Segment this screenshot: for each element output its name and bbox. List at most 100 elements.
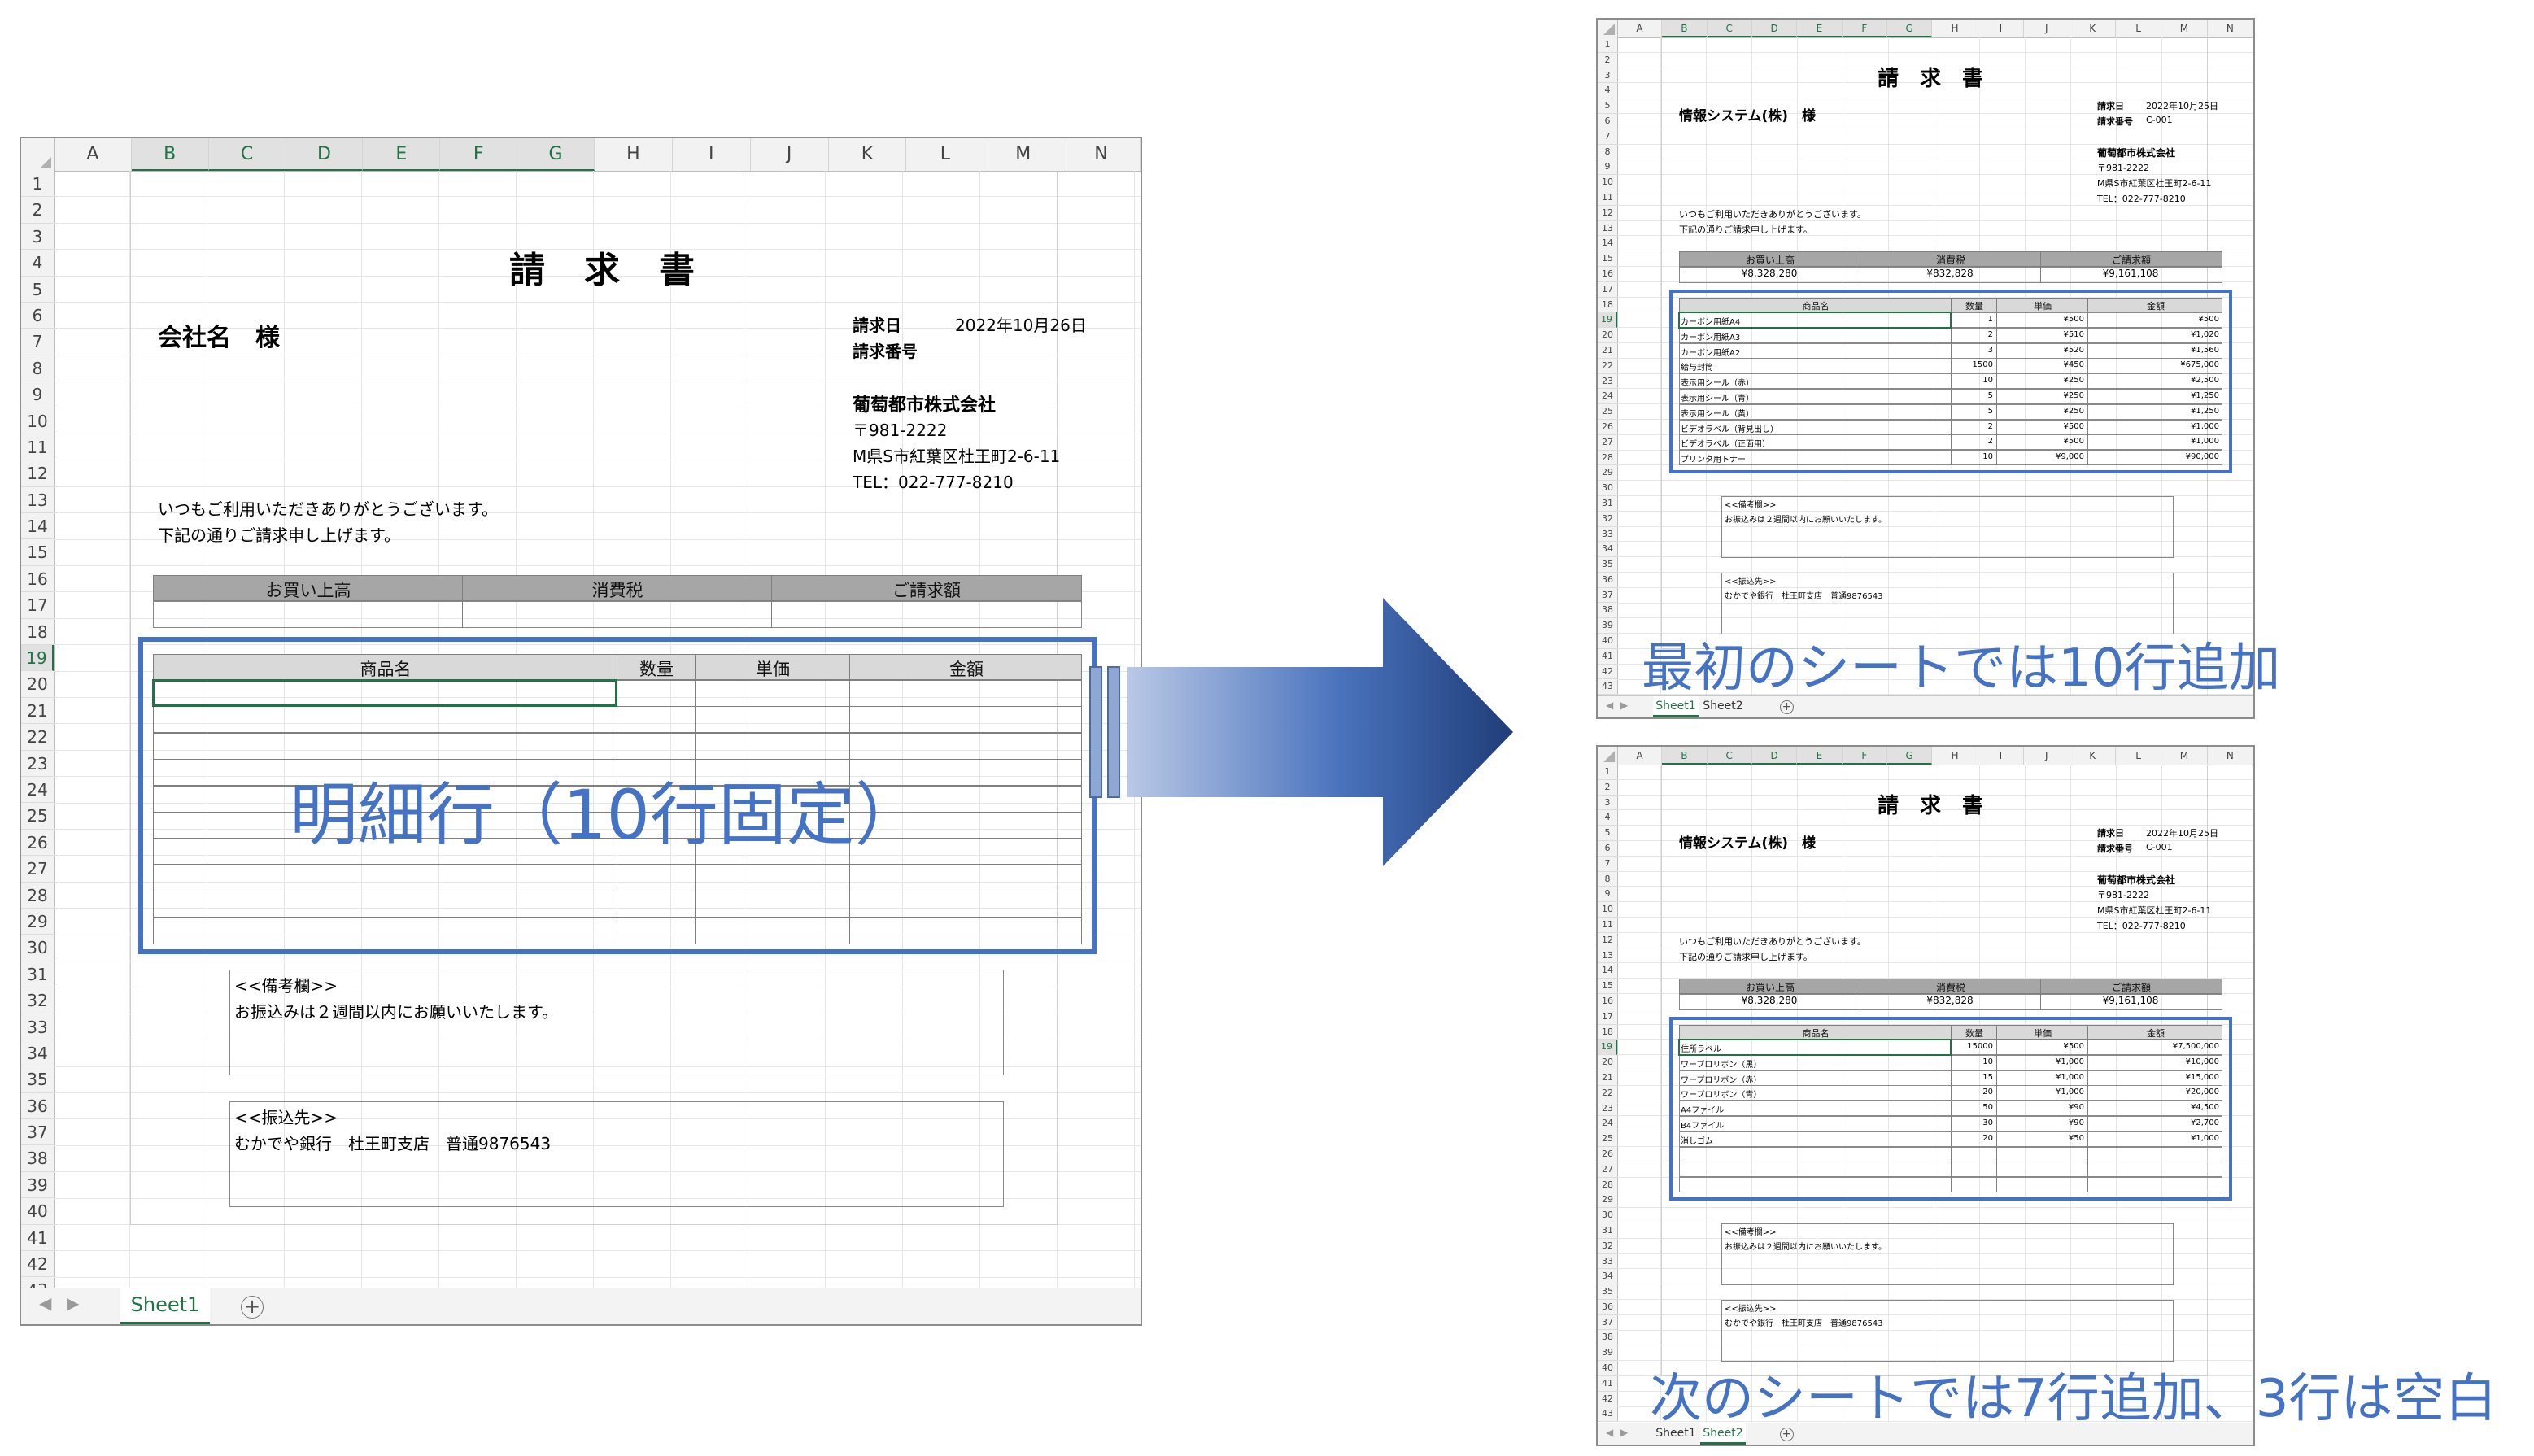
column-header-i[interactable]: I [673,138,751,171]
row-header-1[interactable]: 1 [1598,765,1617,780]
row-header-24[interactable]: 24 [1598,1116,1617,1132]
row-header-21[interactable]: 21 [1598,1070,1617,1086]
row-header-41[interactable]: 41 [1598,1376,1617,1392]
column-header-k[interactable]: K [2070,20,2116,37]
row-header-14[interactable]: 14 [1598,236,1617,252]
column-header-l[interactable]: L [2116,20,2162,37]
row-header-41[interactable]: 41 [1598,649,1617,665]
row-header-21[interactable]: 21 [1598,343,1617,359]
select-all-corner[interactable] [1598,20,1618,37]
row-header-13[interactable]: 13 [1598,948,1617,964]
row-header-19[interactable]: 19 [1598,312,1617,329]
row-header-13[interactable]: 13 [1598,221,1617,237]
column-header-j[interactable]: J [2024,747,2070,765]
row-header-10[interactable]: 10 [1598,175,1617,190]
row-header-6[interactable]: 6 [1598,114,1617,129]
row-header-23[interactable]: 23 [1598,374,1617,390]
row-header-31[interactable]: 31 [21,961,54,988]
column-header-a[interactable]: A [55,138,132,171]
row-header-17[interactable]: 17 [21,592,54,619]
column-header-i[interactable]: I [1978,747,2025,765]
column-header-b[interactable]: B [1662,20,1708,37]
row-header-17[interactable]: 17 [1598,282,1617,298]
row-header-32[interactable]: 32 [21,987,54,1014]
row-header-17[interactable]: 17 [1598,1009,1617,1025]
column-header-c[interactable]: C [1707,747,1752,765]
column-header-l[interactable]: L [906,138,985,171]
row-header-4[interactable]: 4 [1598,83,1617,99]
row-header-6[interactable]: 6 [1598,841,1617,857]
column-header-h[interactable]: H [1932,747,1978,765]
row-header-28[interactable]: 28 [1598,1178,1617,1193]
row-header-25[interactable]: 25 [1598,404,1617,420]
row-header-38[interactable]: 38 [21,1145,54,1172]
column-header-i[interactable]: I [1978,20,2025,37]
row-header-22[interactable]: 22 [21,724,54,751]
row-header-18[interactable]: 18 [1598,298,1617,313]
row-header-30[interactable]: 30 [1598,481,1617,496]
row-header-3[interactable]: 3 [1598,68,1617,84]
row-header-15[interactable]: 15 [21,539,54,566]
row-header-18[interactable]: 18 [21,619,54,646]
row-header-42[interactable]: 42 [1598,665,1617,680]
row-header-1[interactable]: 1 [21,171,54,198]
row-header-5[interactable]: 5 [21,277,54,303]
row-header-28[interactable]: 28 [21,883,54,909]
column-header-f[interactable]: F [440,138,518,171]
row-header-16[interactable]: 16 [1598,994,1617,1009]
select-all-corner[interactable] [21,138,55,171]
row-header-14[interactable]: 14 [21,513,54,540]
column-header-a[interactable]: A [1618,20,1663,37]
column-header-f[interactable]: F [1842,747,1887,765]
row-header-11[interactable]: 11 [1598,918,1617,933]
column-header-d[interactable]: D [1751,20,1798,37]
row-header-10[interactable]: 10 [1598,902,1617,918]
row-header-32[interactable]: 32 [1598,512,1617,527]
row-header-32[interactable]: 32 [1598,1239,1617,1254]
row-header-31[interactable]: 31 [1598,496,1617,512]
row-header-37[interactable]: 37 [1598,588,1617,604]
row-header-23[interactable]: 23 [21,751,54,777]
row-header-37[interactable]: 37 [21,1119,54,1146]
row-header-10[interactable]: 10 [21,408,54,434]
row-header-3[interactable]: 3 [21,224,54,251]
row-header-23[interactable]: 23 [1598,1101,1617,1117]
row-header-20[interactable]: 20 [1598,1055,1617,1070]
row-header-29[interactable]: 29 [21,909,54,935]
row-header-14[interactable]: 14 [1598,963,1617,979]
row-header-33[interactable]: 33 [21,1014,54,1040]
column-header-h[interactable]: H [595,138,673,171]
row-header-26[interactable]: 26 [1598,420,1617,435]
row-header-40[interactable]: 40 [1598,634,1617,649]
row-header-38[interactable]: 38 [1598,1330,1617,1346]
row-header-22[interactable]: 22 [1598,359,1617,374]
column-header-n[interactable]: N [2208,747,2253,765]
column-header-h[interactable]: H [1932,20,1978,37]
tab-scroll-right-icon[interactable]: ▶ [1620,1427,1628,1438]
add-sheet-icon[interactable]: + [241,1296,264,1319]
row-header-8[interactable]: 8 [1598,145,1617,160]
row-header-39[interactable]: 39 [1598,1345,1617,1362]
row-header-40[interactable]: 40 [21,1198,54,1225]
row-header-33[interactable]: 33 [1598,527,1617,543]
row-header-34[interactable]: 34 [1598,1269,1617,1285]
column-header-g[interactable]: G [517,138,595,171]
tab-sheet1[interactable]: Sheet1 [120,1288,210,1324]
column-header-m[interactable]: M [2161,20,2208,37]
row-header-11[interactable]: 11 [21,434,54,461]
column-header-b[interactable]: B [131,138,209,171]
column-header-c[interactable]: C [1707,20,1752,37]
row-header-37[interactable]: 37 [1598,1315,1617,1331]
row-header-28[interactable]: 28 [1598,451,1617,466]
column-header-e[interactable]: E [363,138,441,171]
row-header-19[interactable]: 19 [1598,1040,1617,1056]
row-header-41[interactable]: 41 [21,1225,54,1252]
row-header-15[interactable]: 15 [1598,251,1617,267]
row-header-20[interactable]: 20 [1598,328,1617,343]
row-header-9[interactable]: 9 [21,381,54,408]
column-header-j[interactable]: J [2024,20,2070,37]
row-header-35[interactable]: 35 [1598,1284,1617,1300]
select-all-corner[interactable] [1598,747,1618,765]
row-header-29[interactable]: 29 [1598,1192,1617,1209]
row-header-27[interactable]: 27 [1598,1162,1617,1178]
